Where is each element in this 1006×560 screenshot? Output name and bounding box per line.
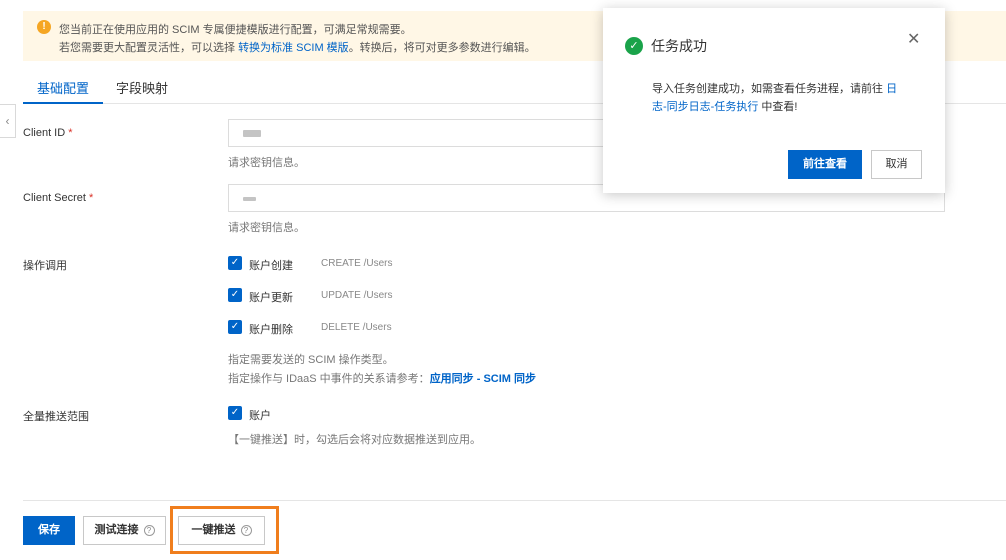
client-secret-label-text: Client Secret xyxy=(23,192,86,204)
warning-icon: ! xyxy=(37,20,51,34)
notice-line-1: 您当前正在使用应用的 SCIM 专属便捷模版进行配置，可满足常规需要。 xyxy=(59,24,412,36)
check-circle-icon: ✓ xyxy=(625,37,643,55)
tab-basic-config[interactable]: 基础配置 xyxy=(23,78,103,104)
masked-value xyxy=(243,197,256,201)
required-mark: * xyxy=(88,192,94,204)
op-update-method: UPDATE /Users xyxy=(321,290,393,301)
notice-line-2-suffix: 。转换后，将可对更多参数进行编辑。 xyxy=(348,42,536,54)
checkbox-checked-icon[interactable]: ✓ xyxy=(228,288,242,302)
client-id-label: Client ID * xyxy=(23,127,72,139)
op-delete-label: 账户删除 xyxy=(249,324,293,336)
go-view-button[interactable]: 前往查看 xyxy=(788,150,862,179)
required-mark: * xyxy=(68,127,73,139)
operations-help-2: 指定操作与 IDaaS 中事件的关系请参考：应用同步 - SCIM 同步 xyxy=(228,370,536,386)
highlight-frame xyxy=(170,506,279,554)
client-id-help: 请求密钥信息。 xyxy=(228,157,305,169)
chevron-left-icon[interactable]: ‹ xyxy=(0,104,16,138)
scim-sync-doc-link[interactable]: 应用同步 - SCIM 同步 xyxy=(430,373,536,385)
dialog-message-suffix: 中查看! xyxy=(761,101,798,113)
dialog-title: 任务成功 xyxy=(651,38,707,54)
test-connection-button[interactable]: 测试连接? xyxy=(83,516,166,545)
convert-template-link[interactable]: 转换为标准 SCIM 模版 xyxy=(238,42,349,54)
tab-field-mapping[interactable]: 字段映射 xyxy=(116,78,168,104)
client-secret-label: Client Secret * xyxy=(23,192,93,204)
checkbox-checked-icon[interactable]: ✓ xyxy=(228,320,242,334)
push-scope-label: 全量推送范围 xyxy=(23,411,89,423)
save-button[interactable]: 保存 xyxy=(23,516,75,545)
op-create-method: CREATE /Users xyxy=(321,258,393,269)
op-delete-method: DELETE /Users xyxy=(321,322,392,333)
dialog-message: 导入任务创建成功，如需查看任务进程，请前往 日志-同步日志-任务执行 中查看! xyxy=(652,80,902,116)
cancel-button[interactable]: 取消 xyxy=(871,150,922,179)
close-icon[interactable]: ✕ xyxy=(907,29,920,49)
checkbox-checked-icon[interactable]: ✓ xyxy=(228,256,242,270)
checkbox-checked-icon[interactable]: ✓ xyxy=(228,406,242,420)
operations-help-1: 指定需要发送的 SCIM 操作类型。 xyxy=(228,354,394,366)
client-secret-help: 请求密钥信息。 xyxy=(228,222,305,234)
op-create-label: 账户创建 xyxy=(249,260,293,272)
test-connection-label: 测试连接 xyxy=(94,524,139,536)
question-circle-icon: ? xyxy=(143,525,155,536)
notice-line-2: 若您需要更大配置灵活性，可以选择 转换为标准 SCIM 模版。转换后，将可对更多… xyxy=(59,39,536,55)
masked-value xyxy=(243,130,261,137)
operations-help-2-prefix: 指定操作与 IDaaS 中事件的关系请参考： xyxy=(228,373,430,385)
scope-account-label: 账户 xyxy=(249,410,271,422)
notice-line-2-prefix: 若您需要更大配置灵活性，可以选择 xyxy=(59,42,235,54)
success-dialog: ✓ 任务成功 ✕ 导入任务创建成功，如需查看任务进程，请前往 日志-同步日志-任… xyxy=(603,8,945,193)
operations-label: 操作调用 xyxy=(23,260,67,272)
push-scope-help: 【一键推送】时，勾选后会将对应数据推送到应用。 xyxy=(228,434,481,446)
client-id-label-text: Client ID xyxy=(23,127,66,139)
footer-divider xyxy=(23,500,1006,501)
dialog-message-prefix: 导入任务创建成功，如需查看任务进程，请前往 xyxy=(652,83,883,95)
op-update-label: 账户更新 xyxy=(249,292,293,304)
